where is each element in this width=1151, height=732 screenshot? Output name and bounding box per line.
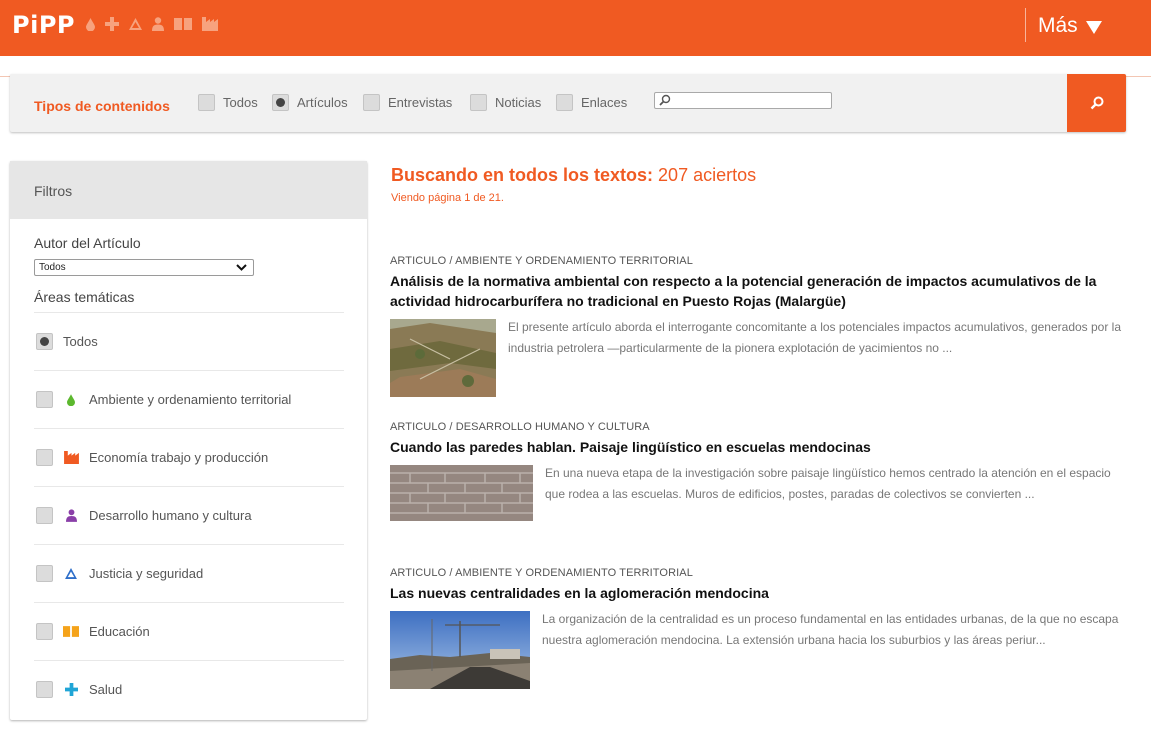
search-icon [659,94,671,106]
checkbox[interactable] [36,565,53,582]
article-type[interactable]: ARTICULO [390,567,446,579]
article-type[interactable]: ARTICULO [390,255,446,267]
search-input[interactable] [675,94,825,107]
checkbox[interactable] [198,94,215,111]
dropdown-triangle-icon [1085,20,1102,34]
search-button[interactable] [1067,74,1126,132]
area-item-justicia[interactable]: Justicia y seguridad [34,544,344,602]
article-category[interactable]: AMBIENTE Y ORDENAMIENTO TERRITORIAL [455,567,693,579]
article-excerpt: En una nueva etapa de la investigación s… [545,466,1111,501]
search-field[interactable] [654,92,832,109]
area-item-todos[interactable]: Todos [34,312,344,370]
article-thumbnail[interactable] [390,465,533,521]
cross-icon [64,683,78,696]
article-category-line: ARTICULO / DESARROLLO HUMANO Y CULTURA [390,421,650,433]
type-option-label: Artículos [297,95,348,110]
article-type[interactable]: ARTICULO [390,421,446,433]
person-icon [152,17,164,31]
book-icon [63,626,79,637]
area-label: Todos [63,334,98,349]
article-category[interactable]: AMBIENTE Y ORDENAMIENTO TERRITORIAL [455,255,693,267]
filters-panel: Filtros Autor del Artículo Todos Áreas t… [10,161,367,720]
areas-list: Todos Ambiente y ordenamiento territoria… [34,312,344,718]
article-result: ARTICULO / DESARROLLO HUMANO Y CULTURA C… [390,421,1130,521]
area-label: Desarrollo humano y cultura [89,508,252,523]
article-title[interactable]: Análisis de la normativa ambiental con r… [390,271,1130,311]
checkbox[interactable] [36,681,53,698]
article-excerpt: La organización de la centralidad es un … [542,612,1119,647]
article-excerpt: El presente artículo aborda el interroga… [508,320,1122,355]
drop-icon [86,17,95,31]
chevron-down-icon [236,264,247,271]
search-icon [1090,96,1103,110]
area-label: Ambiente y ordenamiento territorial [89,392,292,407]
area-label: Salud [89,682,123,697]
type-option-entrevistas[interactable]: Entrevistas [363,94,452,111]
type-option-todos[interactable]: Todos [198,94,258,111]
author-selected-value: Todos [39,262,66,273]
checkbox[interactable] [556,94,573,111]
type-option-label: Enlaces [581,95,628,110]
filters-title: Filtros [10,161,367,219]
results-heading-label: Buscando en todos los textos: [391,165,654,185]
more-menu-label: Más [1038,14,1078,37]
drop-icon [67,393,75,406]
article-category-line: ARTICULO / AMBIENTE Y ORDENAMIENTO TERRI… [390,255,693,267]
triangle-drop-icon [65,568,77,579]
site-logo[interactable]: PiPP [12,11,75,39]
area-item-salud[interactable]: Salud [34,660,344,718]
article-category[interactable]: DESARROLLO HUMANO Y CULTURA [456,421,650,433]
type-option-label: Todos [223,95,258,110]
area-label: Justicia y seguridad [89,566,204,581]
content-type-bar: Tipos de contenidos Todos Artículos Entr… [10,74,1126,132]
factory-icon [63,451,79,464]
type-option-articulos[interactable]: Artículos [272,94,348,111]
results-heading: Buscando en todos los textos: 207 aciert… [391,165,756,186]
checkbox[interactable] [470,94,487,111]
area-label: Educación [89,624,150,639]
article-result: ARTICULO / AMBIENTE Y ORDENAMIENTO TERRI… [390,255,1130,397]
pagination-info: Viendo página 1 de 21. [391,192,504,204]
author-filter-label: Autor del Artículo [34,235,141,251]
article-thumbnail[interactable] [390,611,530,689]
article-category-line: ARTICULO / AMBIENTE Y ORDENAMIENTO TERRI… [390,567,693,579]
article-title[interactable]: Las nuevas centralidades en la aglomerac… [390,583,1130,603]
factory-icon [202,17,218,31]
book-icon [174,18,192,30]
menu-divider [1025,8,1026,42]
area-item-economia[interactable]: Economía trabajo y producción [34,428,344,486]
more-menu-button[interactable]: Más [1038,14,1102,38]
cross-icon [105,17,119,31]
article-title[interactable]: Cuando las paredes hablan. Paisaje lingü… [390,437,1130,457]
type-option-noticias[interactable]: Noticias [470,94,541,111]
checkbox[interactable] [272,94,289,111]
top-navigation-bar: PiPP Más [0,0,1151,56]
type-option-label: Noticias [495,95,542,110]
type-option-label: Entrevistas [388,95,453,110]
author-select[interactable]: Todos [34,259,254,276]
area-item-ambiente[interactable]: Ambiente y ordenamiento territorial [34,370,344,428]
article-result: ARTICULO / AMBIENTE Y ORDENAMIENTO TERRI… [390,567,1130,689]
checkbox[interactable] [36,449,53,466]
area-item-desarrollo[interactable]: Desarrollo humano y cultura [34,486,344,544]
area-item-educacion[interactable]: Educación [34,602,344,660]
area-label: Economía trabajo y producción [89,450,269,465]
article-thumbnail[interactable] [390,319,496,397]
person-icon [65,509,77,522]
content-type-label: Tipos de contenidos [34,98,170,114]
logo-category-icons [86,17,218,31]
type-option-enlaces[interactable]: Enlaces [556,94,627,111]
checkbox[interactable] [36,333,53,350]
results-count: 207 aciertos [658,165,757,185]
checkbox[interactable] [36,623,53,640]
checkbox[interactable] [36,507,53,524]
checkbox[interactable] [36,391,53,408]
checkbox[interactable] [363,94,380,111]
areas-filter-label: Áreas temáticas [34,289,135,305]
triangle-drop-icon [129,18,142,30]
